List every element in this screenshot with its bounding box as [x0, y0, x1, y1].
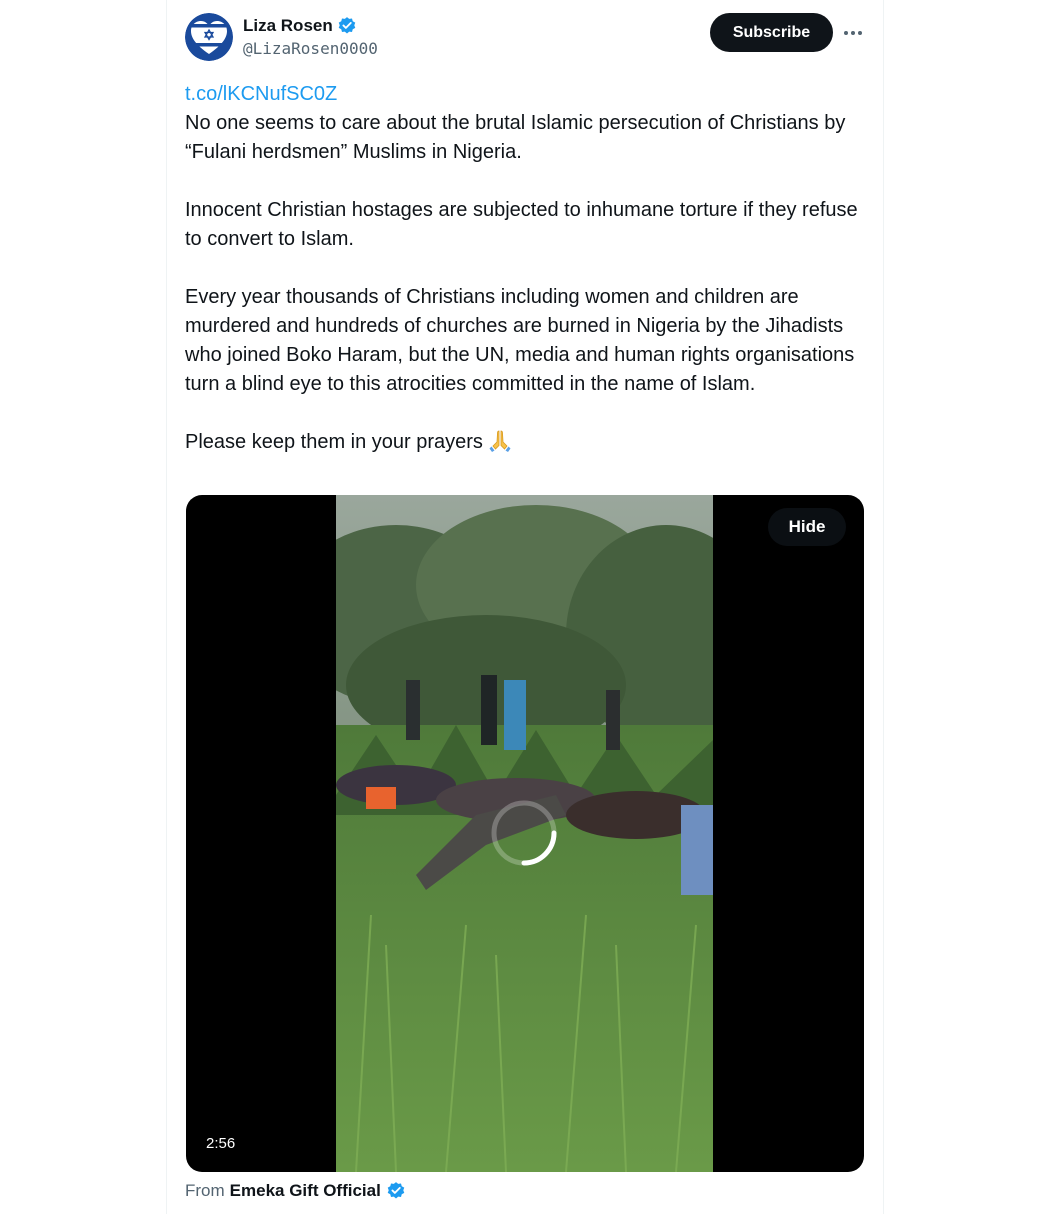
israel-flag-heart-icon	[185, 13, 233, 61]
author-handle[interactable]: @LizaRosen0000	[243, 39, 378, 58]
video-duration: 2:56	[206, 1135, 236, 1152]
author-avatar[interactable]	[185, 13, 233, 61]
hide-media-button[interactable]: Hide	[768, 508, 846, 546]
tweet-paragraph-last: Please keep them in your prayers	[185, 428, 870, 457]
loading-spinner-icon	[491, 800, 557, 866]
author-name-row[interactable]: Liza Rosen	[243, 14, 357, 38]
more-horizontal-icon	[844, 31, 862, 35]
tweet-paragraph: No one seems to care about the brutal Is…	[185, 112, 846, 163]
more-options-button[interactable]	[840, 20, 866, 46]
source-account-link[interactable]: Emeka Gift Official	[230, 1181, 381, 1201]
tweet-link[interactable]: t.co/lKCNufSC0Z	[185, 83, 337, 105]
tweet-text: t.co/lKCNufSC0Z No one seems to care abo…	[185, 80, 870, 457]
subscribe-button[interactable]: Subscribe	[710, 13, 833, 52]
tweet-paragraph: Innocent Christian hostages are subjecte…	[185, 199, 858, 250]
source-prefix: From	[185, 1181, 225, 1200]
verified-badge-icon	[387, 1182, 405, 1199]
tweet-paragraph: Please keep them in your prayers	[185, 431, 483, 453]
tweet-paragraph: Every year thousands of Christians inclu…	[185, 286, 855, 395]
media-source-attribution: From Emeka Gift Official	[185, 1180, 406, 1202]
video-player[interactable]: Hide 2:56	[186, 495, 864, 1172]
verified-badge-icon	[338, 17, 356, 34]
author-display-name[interactable]: Liza Rosen	[243, 16, 333, 36]
folded-hands-emoji-icon	[489, 430, 511, 452]
